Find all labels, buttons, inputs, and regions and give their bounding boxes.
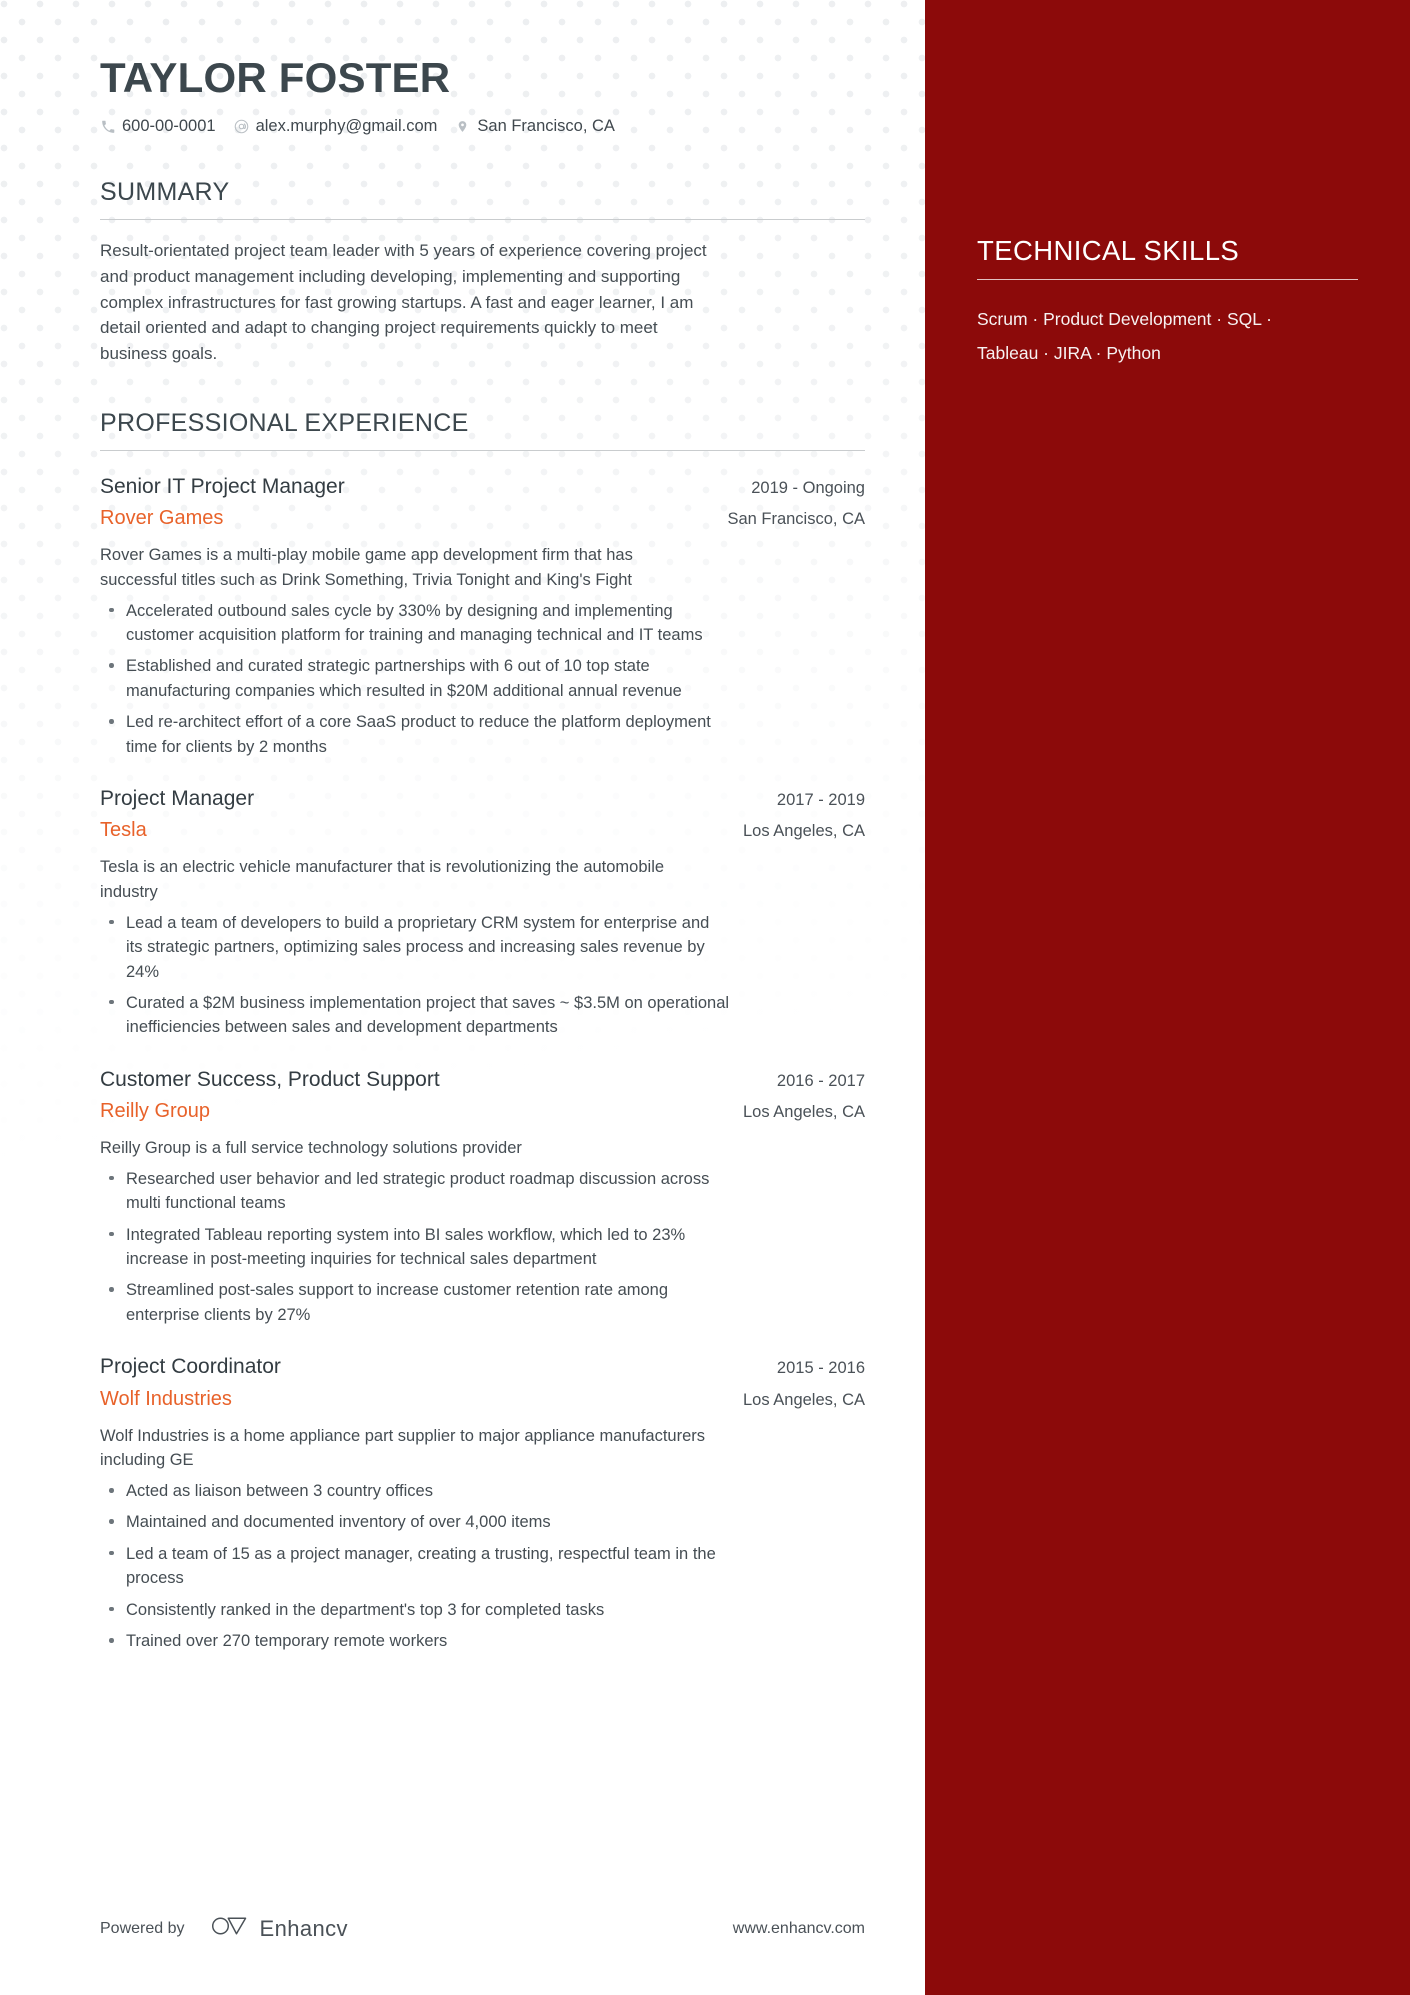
job-description: Tesla is an electric vehicle manufacture… [100,858,665,902]
sidebar: TECHNICAL SKILLS Scrum · Product Develop… [925,0,1410,1995]
job-company: Rover Games [100,507,224,530]
job-entry: Senior IT Project Manager 2019 - Ongoing… [100,473,865,759]
enhancv-brand: Enhancv [211,1914,348,1943]
contact-email-text: alex.murphy@gmail.com [255,117,438,136]
job-location: Los Angeles, CA [743,1390,865,1409]
job-company-row: Wolf Industries Los Angeles, CA [100,1386,865,1412]
email-icon [234,119,249,135]
job-description: Rover Games is a multi-play mobile game … [100,546,633,589]
job-bullet-list: Researched user behavior and led strateg… [100,1167,865,1327]
contact-location: San Francisco, CA [455,117,615,136]
technical-skills-line: Scrum · Product Development · SQL · [977,309,1273,330]
contact-phone-text: 600-00-0001 [122,117,216,136]
job-bullet: Led a team of 15 as a project manager, c… [100,1542,730,1591]
job-entry: Project Manager 2017 - 2019 Tesla Los An… [100,785,865,1040]
experience-heading: PROFESSIONAL EXPERIENCE [100,408,469,437]
job-bullet: Streamlined post-sales support to increa… [100,1278,730,1327]
powered-by-label: Powered by [100,1919,185,1937]
job-date: 2019 - Ongoing [751,478,865,497]
contact-phone: 600-00-0001 [100,117,216,136]
technical-skills-line: Tableau · JIRA · Python [977,343,1161,364]
job-entry: Customer Success, Product Support 2016 -… [100,1066,865,1327]
contact-row: 600-00-0001 alex.murphy@gmail.com San Fr… [100,117,865,136]
job-bullet: Established and curated strategic partne… [100,654,730,703]
job-bullet: Trained over 270 temporary remote worker… [100,1629,730,1653]
technical-skills-list: Scrum · Product Development · SQL · Table… [977,302,1358,370]
job-bullet-list: Lead a team of developers to build a pro… [100,911,865,1040]
job-bullet: Acted as liaison between 3 country offic… [100,1479,730,1503]
job-company-row: Rover Games San Francisco, CA [100,505,865,531]
job-company: Wolf Industries [100,1387,232,1410]
job-title: Project Coordinator [100,1355,281,1379]
contact-location-text: San Francisco, CA [477,117,615,136]
summary-section: SUMMARY Result-orientated project team l… [100,178,865,367]
website-text: www.enhancv.com [732,1919,865,1937]
experience-divider [100,449,865,451]
job-title: Project Manager [100,786,255,810]
job-bullet: Maintained and documented inventory of o… [100,1510,730,1534]
job-location: Los Angeles, CA [743,822,865,841]
experience-section: PROFESSIONAL EXPERIENCE Senior IT Projec… [100,409,865,1654]
summary-divider [100,218,865,220]
job-title-row: Project Coordinator 2015 - 2016 [100,1353,865,1380]
job-title-row: Senior IT Project Manager 2019 - Ongoing [100,473,865,500]
job-title: Senior IT Project Manager [100,474,345,498]
job-location: Los Angeles, CA [743,1103,865,1122]
job-company: Tesla [100,819,147,842]
job-bullet-list: Accelerated outbound sales cycle by 330%… [100,599,865,759]
job-bullet-list: Acted as liaison between 3 country offic… [100,1479,865,1653]
technical-skills-heading: TECHNICAL SKILLS [977,235,1240,266]
contact-email: alex.murphy@gmail.com [234,117,438,136]
main-column: TAYLOR FOSTER 600-00-0001 alex.murphy@gm… [0,0,925,1995]
job-title-row: Project Manager 2017 - 2019 [100,785,865,812]
technical-skills-divider [977,279,1358,281]
job-company-row: Tesla Los Angeles, CA [100,817,865,843]
enhancv-logo-icon [211,1914,249,1943]
job-title: Customer Success, Product Support [100,1067,440,1091]
job-bullet: Led re-architect effort of a core SaaS p… [100,710,730,759]
job-company-row: Reilly Group Los Angeles, CA [100,1098,865,1124]
candidate-name: TAYLOR FOSTER [100,54,451,101]
footer: Powered by Enhancv www.enhancv.com [100,1914,865,1943]
summary-text: Result-orientated project team leader wi… [100,240,707,364]
job-bullet: Consistently ranked in the department's … [100,1598,730,1622]
job-description: Wolf Industries is a home appliance part… [100,1426,706,1470]
location-icon [455,119,470,135]
job-description: Reilly Group is a full service technolog… [100,1139,522,1158]
phone-icon [100,119,115,135]
job-bullet: Lead a team of developers to build a pro… [100,911,730,984]
job-title-row: Customer Success, Product Support 2016 -… [100,1066,865,1093]
job-bullet: Integrated Tableau reporting system into… [100,1223,730,1272]
job-list: Senior IT Project Manager 2019 - Ongoing… [100,473,865,1654]
job-location: San Francisco, CA [727,510,865,529]
job-date: 2015 - 2016 [776,1359,865,1378]
job-bullet: Accelerated outbound sales cycle by 330%… [100,599,730,648]
resume-page: TAYLOR FOSTER 600-00-0001 alex.murphy@gm… [0,0,1410,1995]
job-bullet: Curated a $2M business implementation pr… [100,991,730,1040]
job-date: 2016 - 2017 [776,1071,865,1090]
job-bullet: Researched user behavior and led strateg… [100,1167,730,1216]
enhancv-wordmark: Enhancv [259,1915,348,1941]
summary-heading: SUMMARY [100,178,230,207]
job-date: 2017 - 2019 [776,790,865,809]
job-entry: Project Coordinator 2015 - 2016 Wolf Ind… [100,1353,865,1653]
job-company: Reilly Group [100,1100,211,1123]
